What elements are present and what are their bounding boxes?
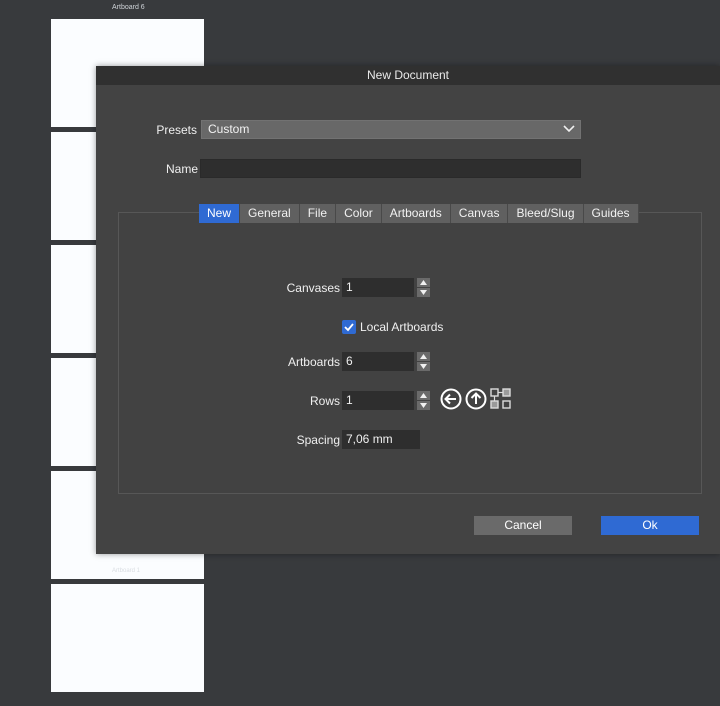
grid-layout-icon[interactable] <box>490 388 512 410</box>
presets-value: Custom <box>208 122 250 136</box>
tab-file[interactable]: File <box>299 204 337 223</box>
tab-canvas[interactable]: Canvas <box>450 204 509 223</box>
tab-bar: New General File Color Artboards Canvas … <box>199 204 639 223</box>
local-artboards-checkbox[interactable] <box>342 320 356 334</box>
tab-artboards[interactable]: Artboards <box>381 204 451 223</box>
tab-color[interactable]: Color <box>336 204 382 223</box>
triangle-up-icon <box>420 393 427 398</box>
artboards-increment-button[interactable] <box>417 352 430 361</box>
rows-increment-button[interactable] <box>417 391 430 400</box>
canvases-increment-button[interactable] <box>417 278 430 287</box>
arrow-left-circle-icon[interactable] <box>440 388 462 410</box>
triangle-down-icon <box>420 290 427 295</box>
ok-button[interactable]: Ok <box>601 516 699 535</box>
tab-bleed-slug[interactable]: Bleed/Slug <box>508 204 584 223</box>
tab-general[interactable]: General <box>240 204 300 223</box>
artboard-ghost-label: Artboard 1 <box>112 568 141 574</box>
canvases-stepper <box>417 278 430 297</box>
new-document-dialog: New Document Presets Custom Name New Gen… <box>96 66 720 554</box>
presets-dropdown[interactable]: Custom <box>201 120 581 139</box>
spacing-label: Spacing <box>296 433 340 447</box>
name-input[interactable] <box>200 159 581 178</box>
chevron-down-icon <box>563 125 575 133</box>
local-artboards-label[interactable]: Local Artboards <box>360 320 443 334</box>
tab-guides[interactable]: Guides <box>583 204 639 223</box>
artboard[interactable] <box>51 584 204 692</box>
rows-field[interactable]: 1 <box>342 391 414 410</box>
triangle-down-icon <box>420 364 427 369</box>
artboard-label: Artboard 6 <box>112 4 145 11</box>
rows-stepper <box>417 391 430 410</box>
artboards-stepper <box>417 352 430 371</box>
spacing-field[interactable]: 7,06 mm <box>342 430 420 449</box>
tab-new[interactable]: New <box>199 204 241 223</box>
rows-decrement-button[interactable] <box>417 401 430 410</box>
arrow-up-circle-icon[interactable] <box>465 388 487 410</box>
presets-label: Presets <box>156 123 197 137</box>
triangle-up-icon <box>420 280 427 285</box>
artboards-field[interactable]: 6 <box>342 352 414 371</box>
name-label: Name <box>165 162 198 176</box>
cancel-button[interactable]: Cancel <box>474 516 572 535</box>
rows-label: Rows <box>309 394 340 408</box>
dialog-title[interactable]: New Document <box>96 66 720 85</box>
canvases-label: Canvases <box>286 281 340 295</box>
artboards-label: Artboards <box>287 355 340 369</box>
canvases-decrement-button[interactable] <box>417 288 430 297</box>
triangle-down-icon <box>420 403 427 408</box>
layout-direction-controls <box>440 388 512 410</box>
canvases-field[interactable]: 1 <box>342 278 414 297</box>
artboards-decrement-button[interactable] <box>417 362 430 371</box>
triangle-up-icon <box>420 354 427 359</box>
checkmark-icon <box>344 323 354 332</box>
